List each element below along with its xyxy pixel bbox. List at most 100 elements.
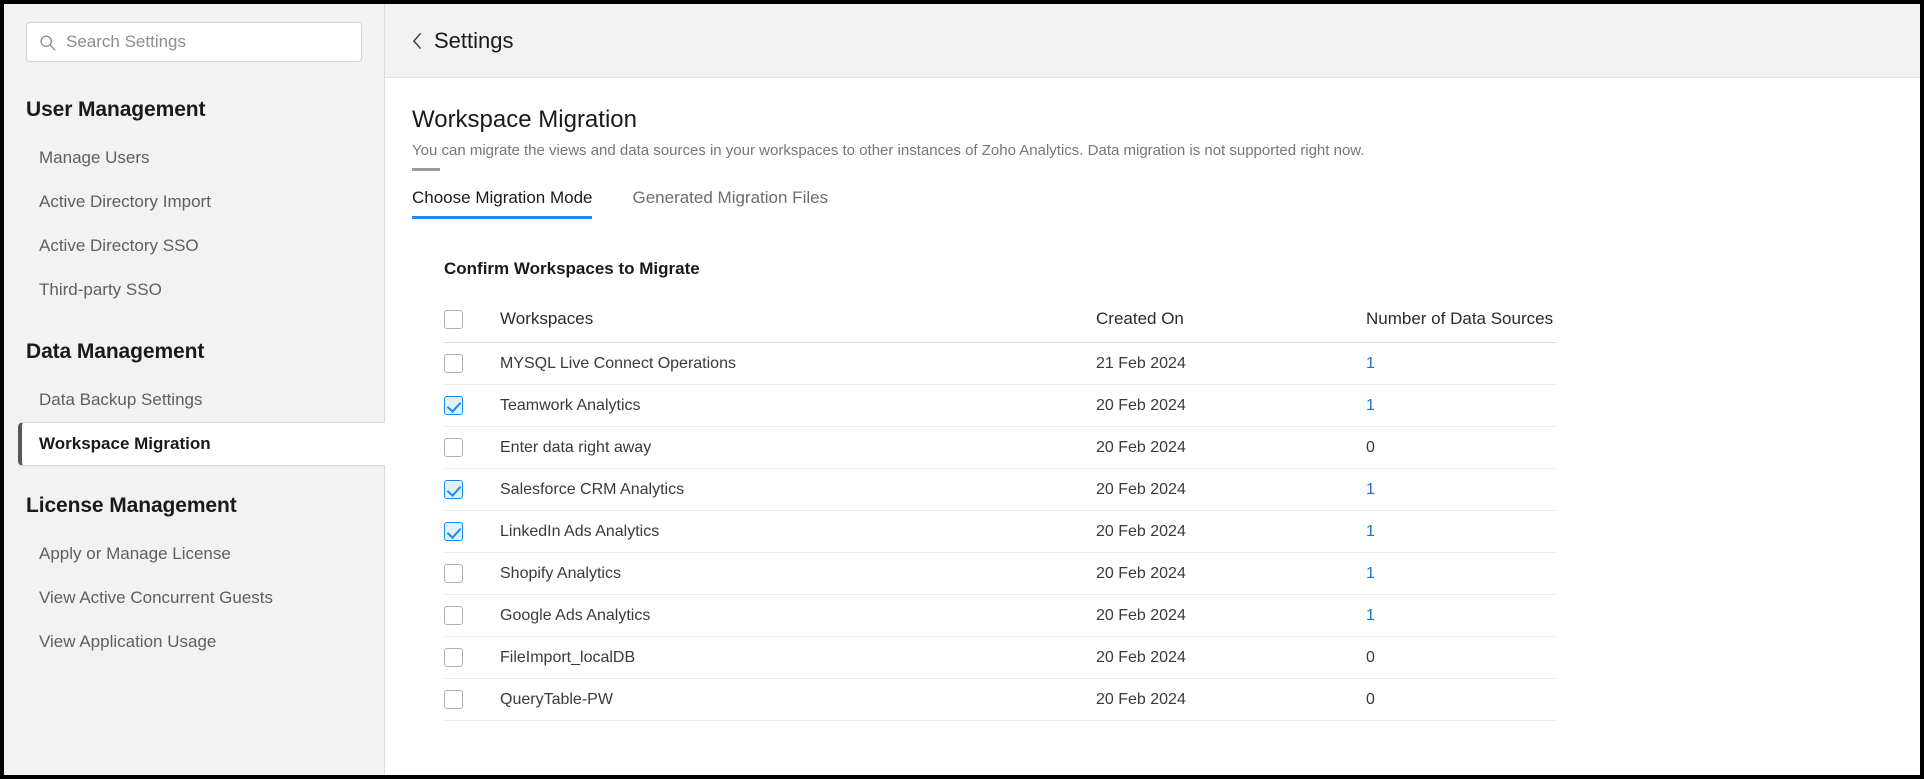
sidebar-item-active-directory-import[interactable]: Active Directory Import — [4, 180, 384, 224]
table-row[interactable]: FileImport_localDB 20 Feb 2024 0 — [444, 637, 1556, 679]
section-title: Confirm Workspaces to Migrate — [444, 259, 1920, 279]
column-header-number-of-data-sources[interactable]: Number of Data Sources — [1366, 299, 1556, 343]
workspace-name: FileImport_localDB — [500, 637, 1096, 679]
sidebar-nav: User Management Manage Users Active Dire… — [4, 98, 384, 664]
table-row[interactable]: QueryTable-PW 20 Feb 2024 0 — [444, 679, 1556, 721]
workspaces-table: Workspaces Created On Number of Data Sou… — [444, 299, 1556, 721]
row-checkbox-cell — [444, 679, 500, 721]
settings-title: Settings — [434, 28, 514, 54]
settings-header-bar: Settings — [385, 4, 1920, 78]
created-on: 20 Feb 2024 — [1096, 511, 1366, 553]
sidebar-item-view-application-usage[interactable]: View Application Usage — [4, 620, 384, 664]
row-checkbox-cell — [444, 343, 500, 385]
tab-choose-migration-mode[interactable]: Choose Migration Mode — [412, 188, 592, 219]
data-source-count-value[interactable]: 1 — [1366, 481, 1375, 498]
data-source-count-value[interactable]: 1 — [1366, 565, 1375, 582]
table-row[interactable]: Salesforce CRM Analytics 20 Feb 2024 1 — [444, 469, 1556, 511]
created-on: 20 Feb 2024 — [1096, 595, 1366, 637]
table-row[interactable]: LinkedIn Ads Analytics 20 Feb 2024 1 — [444, 511, 1556, 553]
tab-label: Choose Migration Mode — [412, 188, 592, 207]
tab-generated-migration-files[interactable]: Generated Migration Files — [632, 188, 828, 219]
table-row[interactable]: Enter data right away 20 Feb 2024 0 — [444, 427, 1556, 469]
data-source-count-value: 0 — [1366, 439, 1375, 456]
sidebar-group-user-management: User Management Manage Users Active Dire… — [4, 98, 384, 312]
row-checkbox-cell — [444, 553, 500, 595]
table-header-row: Workspaces Created On Number of Data Sou… — [444, 299, 1556, 343]
created-on: 20 Feb 2024 — [1096, 469, 1366, 511]
data-source-count[interactable]: 1 — [1366, 595, 1556, 637]
row-checkbox[interactable] — [444, 396, 463, 415]
table-row[interactable]: Shopify Analytics 20 Feb 2024 1 — [444, 553, 1556, 595]
sidebar-group-data-management: Data Management Data Backup Settings Wor… — [4, 340, 384, 466]
chevron-left-icon[interactable] — [412, 32, 423, 50]
workspace-name: Enter data right away — [500, 427, 1096, 469]
workspace-name: Salesforce CRM Analytics — [500, 469, 1096, 511]
data-source-count-value: 0 — [1366, 691, 1375, 708]
sidebar-item-manage-users[interactable]: Manage Users — [4, 136, 384, 180]
data-source-count: 0 — [1366, 427, 1556, 469]
migration-tabs: Choose Migration Mode Generated Migratio… — [385, 187, 1920, 219]
data-source-count-value[interactable]: 1 — [1366, 523, 1375, 540]
data-source-count: 0 — [1366, 637, 1556, 679]
row-checkbox-cell — [444, 385, 500, 427]
row-checkbox[interactable] — [444, 354, 463, 373]
created-on: 20 Feb 2024 — [1096, 385, 1366, 427]
sidebar-item-apply-or-manage-license[interactable]: Apply or Manage License — [4, 532, 384, 576]
sidebar-item-label: Third-party SSO — [39, 280, 162, 300]
data-source-count-value[interactable]: 1 — [1366, 397, 1375, 414]
workspace-name: Google Ads Analytics — [500, 595, 1096, 637]
column-header-created-on[interactable]: Created On — [1096, 299, 1366, 343]
sidebar-group-title: Data Management — [4, 340, 384, 364]
search-settings-box[interactable] — [26, 22, 362, 62]
created-on: 20 Feb 2024 — [1096, 637, 1366, 679]
sidebar-item-label: Manage Users — [39, 148, 150, 168]
page-subtitle: You can migrate the views and data sourc… — [385, 142, 1920, 159]
row-checkbox-cell — [444, 511, 500, 553]
table-row[interactable]: MYSQL Live Connect Operations 21 Feb 202… — [444, 343, 1556, 385]
data-source-count[interactable]: 1 — [1366, 469, 1556, 511]
settings-sidebar: User Management Manage Users Active Dire… — [4, 4, 385, 775]
data-source-count-value[interactable]: 1 — [1366, 607, 1375, 624]
data-source-count[interactable]: 1 — [1366, 511, 1556, 553]
created-on: 20 Feb 2024 — [1096, 427, 1366, 469]
row-checkbox[interactable] — [444, 522, 463, 541]
tab-label: Generated Migration Files — [632, 188, 828, 207]
sidebar-group-license-management: License Management Apply or Manage Licen… — [4, 494, 384, 664]
sidebar-item-third-party-sso[interactable]: Third-party SSO — [4, 268, 384, 312]
sidebar-item-workspace-migration[interactable]: Workspace Migration — [18, 422, 385, 466]
table-row[interactable]: Google Ads Analytics 20 Feb 2024 1 — [444, 595, 1556, 637]
screenshot-root: User Management Manage Users Active Dire… — [0, 0, 1924, 779]
sidebar-item-view-active-concurrent-guests[interactable]: View Active Concurrent Guests — [4, 576, 384, 620]
sidebar-item-label: Workspace Migration — [39, 434, 211, 454]
sidebar-item-active-directory-sso[interactable]: Active Directory SSO — [4, 224, 384, 268]
sidebar-item-label: Active Directory Import — [39, 192, 211, 212]
column-header-workspaces[interactable]: Workspaces — [500, 299, 1096, 343]
main-panel: Settings Workspace Migration You can mig… — [385, 4, 1920, 775]
row-checkbox[interactable] — [444, 606, 463, 625]
row-checkbox[interactable] — [444, 438, 463, 457]
data-source-count[interactable]: 1 — [1366, 343, 1556, 385]
data-source-count[interactable]: 1 — [1366, 385, 1556, 427]
sidebar-item-label: Data Backup Settings — [39, 390, 202, 410]
sidebar-item-label: View Active Concurrent Guests — [39, 588, 273, 608]
search-icon — [39, 34, 56, 51]
table-row[interactable]: Teamwork Analytics 20 Feb 2024 1 — [444, 385, 1556, 427]
row-checkbox[interactable] — [444, 480, 463, 499]
select-all-checkbox[interactable] — [444, 310, 463, 329]
workspace-name: QueryTable-PW — [500, 679, 1096, 721]
data-source-count[interactable]: 1 — [1366, 553, 1556, 595]
data-source-count-value[interactable]: 1 — [1366, 355, 1375, 372]
row-checkbox-cell — [444, 637, 500, 679]
row-checkbox[interactable] — [444, 690, 463, 709]
workspace-name: MYSQL Live Connect Operations — [500, 343, 1096, 385]
sidebar-item-label: Apply or Manage License — [39, 544, 231, 564]
created-on: 21 Feb 2024 — [1096, 343, 1366, 385]
row-checkbox[interactable] — [444, 648, 463, 667]
row-checkbox[interactable] — [444, 564, 463, 583]
migration-panel-body: Confirm Workspaces to Migrate Workspaces — [385, 259, 1920, 721]
data-source-count: 0 — [1366, 679, 1556, 721]
workspace-name: Teamwork Analytics — [500, 385, 1096, 427]
content-area: Workspace Migration You can migrate the … — [385, 78, 1920, 775]
sidebar-item-data-backup-settings[interactable]: Data Backup Settings — [4, 378, 384, 422]
search-input[interactable] — [66, 32, 349, 52]
